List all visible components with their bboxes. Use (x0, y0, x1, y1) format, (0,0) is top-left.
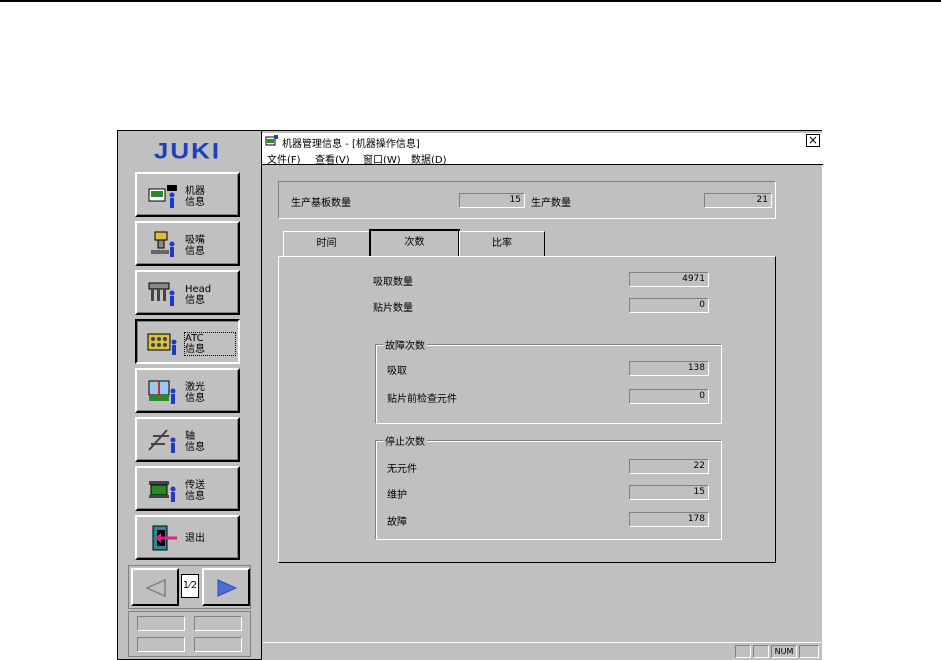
status-pane (799, 645, 819, 658)
menu-data[interactable]: 数据(D) (411, 151, 447, 166)
status-slot (194, 616, 242, 631)
sidebar-item-head-info[interactable]: Head 信息 (135, 270, 240, 315)
page-top-rule (0, 0, 941, 2)
error-count-group-title: 故障次数 (383, 337, 427, 352)
stop-fault-label: 故障 (387, 517, 407, 528)
conveyor-icon (149, 481, 176, 502)
machine-info-icon (148, 185, 177, 208)
sidebar: JUKI 机器 信息 吸嘴 信息 Head 信息 ATC 信息 激光 信息 轴 … (118, 131, 261, 659)
sidebar-item-label: 激光 信息 (185, 382, 205, 404)
status-pane (753, 645, 769, 658)
sidebar-item-label: ATC 信息 (184, 332, 236, 356)
sidebar-item-label: 退出 (185, 533, 205, 544)
sidebar-item-exit[interactable]: 退出 (135, 515, 240, 560)
status-slots (128, 611, 251, 657)
place-count-value: 0 (629, 298, 709, 313)
menu-view[interactable]: 查看(V) (315, 151, 350, 166)
error-precheck-value: 0 (629, 389, 709, 404)
menu-bar: 文件(F) 查看(V) 窗口(W) 数据(D) (262, 149, 823, 166)
juki-logo: JUKI (153, 138, 222, 164)
production-count-value: 21 (704, 193, 772, 208)
status-slot (137, 637, 185, 652)
next-page-button[interactable] (202, 568, 250, 606)
tab-time[interactable]: 时间 (283, 231, 370, 257)
board-count-label: 生产基板数量 (291, 198, 351, 209)
laser-icon (148, 380, 176, 404)
nozzle-icon (151, 231, 175, 257)
place-count-label: 贴片数量 (373, 303, 413, 314)
board-count-value: 15 (459, 193, 525, 208)
sidebar-item-laser-info[interactable]: 激光 信息 (135, 368, 240, 413)
arrow-right-icon (217, 579, 238, 597)
prev-page-button[interactable] (131, 568, 179, 606)
sidebar-item-label: 传送 信息 (185, 480, 205, 502)
client-area: 生产基板数量 15 生产数量 21 时间 次数 比率 吸取数量 4971 贴片数… (263, 167, 821, 642)
sidebar-item-atc-info[interactable]: ATC 信息 (135, 319, 240, 364)
stop-noparts-label: 无元件 (387, 464, 417, 475)
tab-ratio[interactable]: 比率 (459, 231, 545, 257)
window-title: 机器管理信息 - [机器操作信息] (282, 139, 420, 150)
status-slot (137, 616, 185, 631)
atc-icon (147, 333, 177, 355)
sidebar-item-axis-info[interactable]: 轴 信息 (135, 417, 240, 462)
page-indicator: 1⁄2 (181, 574, 199, 598)
sidebar-item-machine-info[interactable]: 机器 信息 (135, 172, 240, 217)
close-icon: × (807, 133, 819, 147)
exit-icon (152, 525, 177, 551)
error-precheck-label: 贴片前检查元件 (387, 394, 457, 405)
sidebar-item-conveyor-info[interactable]: 传送 信息 (135, 466, 240, 511)
tab-content: 吸取数量 4971 贴片数量 0 故障次数 吸取 138 贴片前检查元件 0 停… (278, 256, 776, 563)
application-frame: JUKI 机器 信息 吸嘴 信息 Head 信息 ATC 信息 激光 信息 轴 … (117, 130, 823, 660)
close-button[interactable]: × (806, 134, 820, 147)
status-pane (735, 645, 751, 658)
error-pick-label: 吸取 (387, 366, 407, 377)
sidebar-item-label: Head 信息 (185, 284, 212, 306)
sidebar-item-label: 轴 信息 (185, 431, 205, 453)
production-count-label: 生产数量 (531, 198, 571, 209)
stop-count-group-title: 停止次数 (383, 433, 427, 448)
status-bar: NUM (263, 642, 821, 659)
status-slot (194, 637, 242, 652)
num-lock-indicator: NUM (771, 645, 797, 658)
pick-count-value: 4971 (629, 272, 709, 287)
sidebar-item-nozzle-info[interactable]: 吸嘴 信息 (135, 221, 240, 266)
stop-fault-value: 178 (629, 512, 709, 527)
summary-panel: 生产基板数量 15 生产数量 21 (278, 181, 776, 219)
error-count-group (375, 344, 722, 424)
head-icon (148, 282, 175, 306)
arrow-left-icon (145, 579, 166, 597)
pager: 1⁄2 (128, 565, 251, 609)
stop-maint-label: 维护 (387, 490, 407, 501)
menu-window[interactable]: 窗口(W) (363, 151, 401, 166)
menu-file[interactable]: 文件(F) (267, 151, 301, 166)
main-window: 机器管理信息 - [机器操作信息] × 文件(F) 查看(V) 窗口(W) 数据… (261, 131, 823, 660)
title-bar: 机器管理信息 - [机器操作信息] × (262, 133, 823, 150)
stop-maint-value: 15 (629, 485, 709, 500)
stop-noparts-value: 22 (629, 459, 709, 474)
tab-count[interactable]: 次数 (369, 229, 460, 257)
pick-count-label: 吸取数量 (373, 277, 413, 288)
error-pick-value: 138 (629, 361, 709, 376)
sidebar-item-label: 吸嘴 信息 (185, 235, 205, 257)
sidebar-item-label: 机器 信息 (185, 186, 205, 208)
window-icon (265, 135, 278, 146)
axis-icon (148, 429, 176, 453)
